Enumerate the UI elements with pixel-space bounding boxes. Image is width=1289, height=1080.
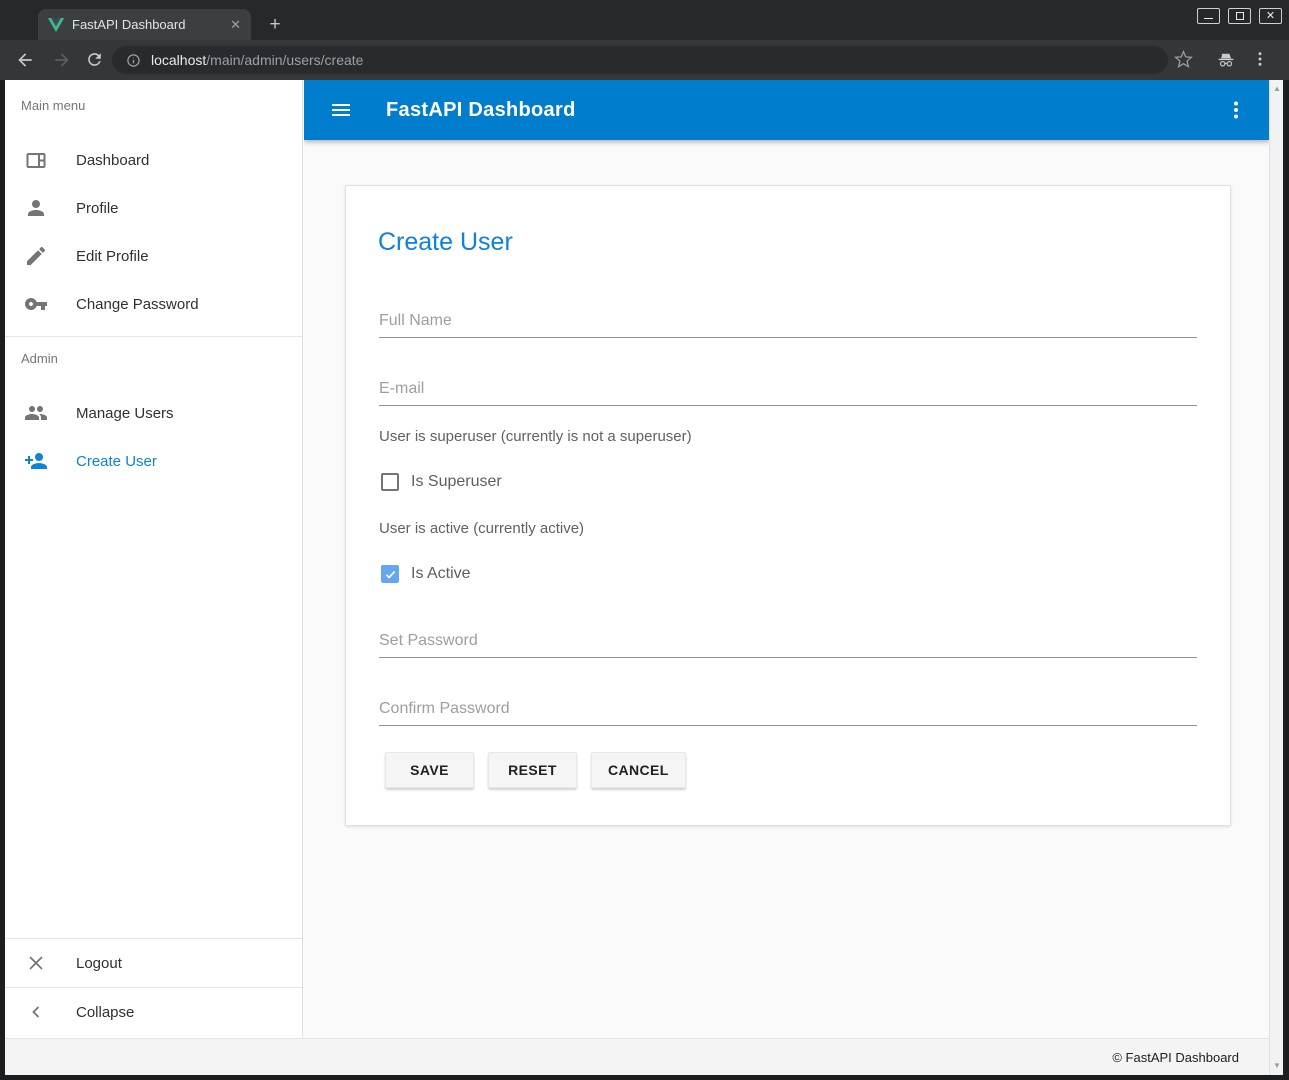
confirm-password-input[interactable] bbox=[379, 692, 1197, 726]
url-text: localhost/main/admin/users/create bbox=[151, 52, 363, 68]
minimize-button[interactable] bbox=[1197, 8, 1220, 24]
page-title: Create User bbox=[378, 228, 513, 257]
page-content: Main menu Dashboard Profile bbox=[5, 80, 1283, 1075]
scrollbar-down-arrow[interactable]: ▼ bbox=[1270, 1059, 1284, 1073]
forward-icon[interactable] bbox=[52, 50, 72, 70]
incognito-icon bbox=[1215, 50, 1237, 70]
superuser-note: User is superuser (currently is not a su… bbox=[379, 428, 692, 445]
is-active-checkbox-row[interactable]: Is Active bbox=[381, 565, 471, 583]
sidebar-item-label: Logout bbox=[76, 955, 122, 972]
kebab-menu-icon[interactable] bbox=[1224, 98, 1248, 122]
star-icon[interactable] bbox=[1174, 50, 1193, 69]
vue-logo-icon bbox=[48, 18, 64, 32]
new-tab-button[interactable]: + bbox=[263, 13, 287, 37]
sidebar-section-admin: Admin bbox=[5, 345, 302, 373]
window-controls: ✕ bbox=[1197, 8, 1282, 24]
sidebar-item-profile[interactable]: Profile bbox=[5, 184, 302, 232]
tab-close-icon[interactable]: ✕ bbox=[230, 18, 241, 31]
close-icon bbox=[24, 951, 48, 975]
page-footer: © FastAPI Dashboard bbox=[5, 1038, 1269, 1075]
sidebar-item-change-password[interactable]: Change Password bbox=[5, 280, 302, 328]
address-bar[interactable]: localhost/main/admin/users/create bbox=[112, 46, 1168, 74]
sidebar-section-main-menu: Main menu bbox=[5, 92, 302, 120]
sidebar-item-collapse[interactable]: Collapse bbox=[5, 988, 302, 1036]
url-path: /main/admin/users/create bbox=[206, 52, 363, 68]
sidebar-item-dashboard[interactable]: Dashboard bbox=[5, 136, 302, 184]
browser-toolbar: localhost/main/admin/users/create bbox=[0, 40, 1289, 80]
pencil-icon bbox=[24, 244, 48, 268]
is-superuser-checkbox[interactable] bbox=[381, 473, 399, 491]
reset-button[interactable]: RESET bbox=[488, 752, 577, 788]
sidebar-item-create-user[interactable]: Create User bbox=[5, 437, 302, 485]
sidebar-item-edit-profile[interactable]: Edit Profile bbox=[5, 232, 302, 280]
email-input[interactable] bbox=[379, 372, 1197, 406]
save-button[interactable]: SAVE bbox=[385, 752, 474, 788]
app-bar: FastAPI Dashboard bbox=[304, 80, 1270, 140]
copyright-text: © FastAPI Dashboard bbox=[1112, 1050, 1239, 1065]
browser-titlebar: FastAPI Dashboard ✕ + ✕ bbox=[0, 0, 1289, 40]
cancel-button[interactable]: CANCEL bbox=[591, 752, 686, 788]
app-bar-title: FastAPI Dashboard bbox=[386, 99, 576, 122]
checkbox-label: Is Active bbox=[411, 565, 471, 583]
sidebar-item-logout[interactable]: Logout bbox=[5, 939, 302, 987]
key-icon bbox=[24, 292, 48, 316]
is-active-checkbox[interactable] bbox=[381, 565, 399, 583]
sidebar-item-label: Change Password bbox=[76, 296, 199, 313]
maximize-button[interactable] bbox=[1228, 8, 1251, 24]
sidebar-item-label: Collapse bbox=[76, 1004, 134, 1021]
browser-tab[interactable]: FastAPI Dashboard ✕ bbox=[38, 9, 251, 40]
vertical-scrollbar[interactable]: ▲ ▼ bbox=[1269, 80, 1283, 1075]
main-area: FastAPI Dashboard Create User User is su… bbox=[304, 80, 1270, 1038]
person-icon bbox=[24, 196, 48, 220]
active-note: User is active (currently active) bbox=[379, 520, 584, 537]
full-name-input[interactable] bbox=[379, 304, 1197, 338]
sidebar-item-manage-users[interactable]: Manage Users bbox=[5, 389, 302, 437]
set-password-input[interactable] bbox=[379, 624, 1197, 658]
sidebar-item-label: Create User bbox=[76, 453, 157, 470]
chevron-left-icon bbox=[24, 1000, 48, 1024]
url-host: localhost bbox=[151, 52, 206, 68]
sidebar-item-label: Dashboard bbox=[76, 152, 149, 169]
is-superuser-checkbox-row[interactable]: Is Superuser bbox=[381, 473, 502, 491]
group-icon bbox=[24, 401, 48, 425]
scrollbar-up-arrow[interactable]: ▲ bbox=[1270, 82, 1284, 96]
sidebar-item-label: Manage Users bbox=[76, 405, 174, 422]
sidebar-divider bbox=[5, 336, 302, 337]
sidebar: Main menu Dashboard Profile bbox=[5, 80, 303, 1038]
person-add-icon bbox=[24, 449, 48, 473]
dashboard-icon bbox=[24, 148, 48, 172]
info-icon[interactable] bbox=[126, 53, 141, 68]
sidebar-item-label: Profile bbox=[76, 200, 119, 217]
kebab-menu-icon[interactable] bbox=[1251, 50, 1269, 68]
tab-title: FastAPI Dashboard bbox=[72, 17, 222, 32]
checkbox-label: Is Superuser bbox=[411, 473, 502, 491]
sidebar-item-label: Edit Profile bbox=[76, 248, 149, 265]
create-user-card: Create User User is superuser (currently… bbox=[345, 185, 1231, 826]
close-window-button[interactable]: ✕ bbox=[1259, 8, 1282, 24]
back-icon[interactable] bbox=[15, 50, 35, 70]
reload-icon[interactable] bbox=[85, 50, 105, 70]
hamburger-menu-icon[interactable] bbox=[329, 98, 353, 122]
